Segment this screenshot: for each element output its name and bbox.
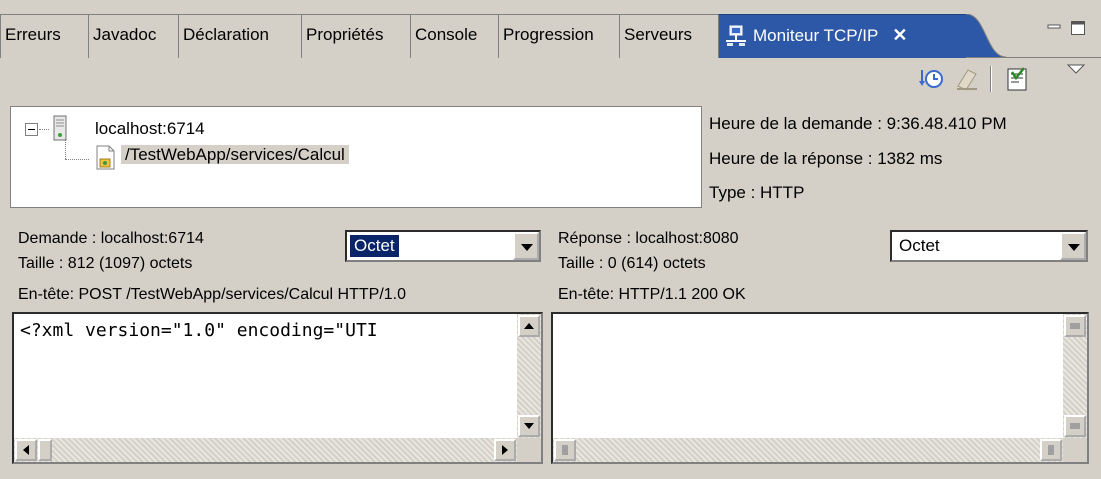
tab-label: Serveurs (624, 25, 693, 44)
tree-connector (65, 159, 89, 160)
view-toolbar (0, 58, 1101, 100)
scroll-thumb[interactable] (38, 439, 52, 461)
response-title: Réponse : localhost:8080 (558, 230, 739, 247)
clear-history-icon[interactable] (918, 66, 944, 92)
scroll-left-icon[interactable] (15, 439, 37, 461)
response-header: En-tête: HTTP/1.1 200 OK (558, 286, 746, 303)
scroll-down-icon[interactable] (1064, 415, 1086, 437)
connection-type: Type : HTTP (709, 183, 805, 202)
response-size: Taille : 0 (614) octets (558, 255, 706, 272)
view-menu-icon[interactable] (1066, 62, 1086, 76)
scroll-down-icon[interactable] (518, 415, 540, 437)
tcp-monitor-icon (726, 25, 746, 46)
tree-child-selected: /TestWebApp/services/Calcul (121, 145, 349, 164)
request-body-text: <?xml version="1.0" encoding="UTI (20, 320, 378, 341)
response-time: Heure de la réponse : 1382 ms (709, 149, 943, 168)
collapse-icon[interactable] (25, 123, 39, 137)
response-vertical-scrollbar[interactable] (1063, 314, 1087, 438)
tab-javadoc[interactable]: Javadoc (88, 14, 178, 58)
tab-label: Moniteur TCP/IP (753, 26, 879, 45)
tree-connector (39, 129, 49, 130)
tree-child-label[interactable]: /TestWebApp/services/Calcul (121, 145, 349, 165)
properties-icon[interactable] (1004, 66, 1030, 92)
tab-label: Console (415, 25, 478, 44)
tab-label: Déclaration (183, 25, 269, 44)
request-size: Taille : 812 (1097) octets (18, 255, 193, 272)
request-encoding-select[interactable]: Octet (345, 230, 541, 262)
request-horizontal-scrollbar[interactable] (14, 438, 517, 462)
scroll-up-icon[interactable] (518, 315, 540, 337)
toolbar-separator (990, 66, 992, 92)
request-encoding-value: Octet (349, 234, 400, 258)
scroll-up-icon[interactable] (1064, 315, 1086, 337)
request-header: En-tête: POST /TestWebApp/services/Calcu… (18, 286, 406, 303)
request-title: Demande : localhost:6714 (18, 230, 204, 247)
eraser-icon[interactable] (954, 66, 980, 92)
scroll-right-icon[interactable] (1040, 439, 1062, 461)
tree-connector (65, 139, 66, 159)
request-vertical-scrollbar[interactable] (517, 314, 541, 438)
request-body-pane[interactable]: <?xml version="1.0" encoding="UTI (12, 312, 543, 464)
scroll-corner (1063, 438, 1087, 462)
response-encoding-select[interactable]: Octet (890, 230, 1088, 262)
chevron-down-icon[interactable] (513, 232, 539, 260)
tree-root-label[interactable]: localhost:6714 (95, 119, 205, 139)
request-time: Heure de la demande : 9:36.48.410 PM (709, 114, 1007, 133)
scroll-left-icon[interactable] (554, 439, 576, 461)
tab-label: Javadoc (93, 25, 157, 44)
web-resource-icon (96, 145, 115, 170)
request-tree: localhost:6714 /TestWebApp/services/Calc… (10, 106, 702, 208)
chevron-down-icon[interactable] (1060, 232, 1086, 260)
tab-declaration[interactable]: Déclaration (178, 14, 301, 58)
tab-erreurs[interactable]: Erreurs (0, 14, 88, 58)
response-body-pane[interactable] (551, 312, 1089, 464)
tab-curve (966, 14, 1006, 58)
scroll-right-icon[interactable] (494, 439, 516, 461)
minimize-icon[interactable] (1046, 20, 1062, 36)
maximize-icon[interactable] (1070, 20, 1086, 36)
tab-serveurs[interactable]: Serveurs (619, 14, 718, 58)
view-tab-strip: Erreurs Javadoc Déclaration Propriétés C… (0, 0, 1101, 58)
scroll-corner (517, 438, 541, 462)
close-icon[interactable]: ✕ (892, 25, 907, 45)
tab-label: Erreurs (5, 25, 61, 44)
tab-label: Progression (503, 25, 594, 44)
server-icon (53, 115, 67, 141)
tab-progression[interactable]: Progression (498, 14, 619, 58)
response-encoding-value: Octet (899, 236, 940, 255)
tab-label: Propriétés (306, 25, 384, 44)
tab-console[interactable]: Console (410, 14, 498, 58)
response-horizontal-scrollbar[interactable] (553, 438, 1063, 462)
tab-moniteur-tcpip[interactable]: Moniteur TCP/IP ✕ (718, 14, 966, 58)
tab-proprietes[interactable]: Propriétés (301, 14, 410, 58)
